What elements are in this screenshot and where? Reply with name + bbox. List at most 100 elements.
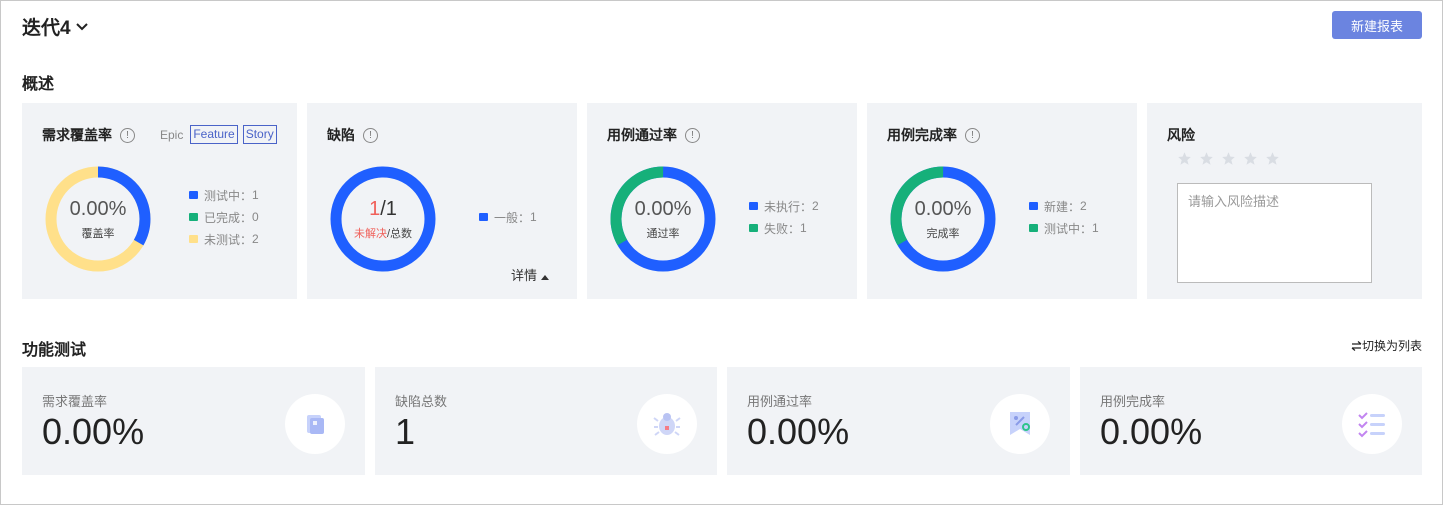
stat-label: 用例完成率 (1100, 394, 1166, 409)
pass-rate-label: 通过率 (646, 227, 680, 240)
legend-dot (189, 235, 198, 243)
legend-value: 1 (530, 210, 537, 224)
legend-dot (479, 213, 488, 221)
coverage-title-text: 需求覆盖率 (42, 127, 112, 143)
completion-value: 0.00% (914, 197, 972, 220)
percent-ribbon-icon (990, 394, 1050, 454)
completion-donut-center: 0.00% 完成率 (890, 166, 996, 272)
document-icon (285, 394, 345, 454)
risk-description-input[interactable] (1177, 183, 1372, 283)
legend-item: 测试中： 1 (189, 184, 259, 206)
info-icon[interactable]: ! (965, 127, 980, 143)
legend-value: 2 (252, 232, 259, 246)
info-icon[interactable]: ! (120, 127, 135, 143)
legend-label: 测试中 (204, 188, 241, 203)
stat-value: 0.00% (747, 411, 850, 452)
legend-label: 已完成 (204, 210, 241, 225)
completion-card-title: 用例完成率 ! (887, 125, 980, 145)
legend-item: 未测试： 2 (189, 228, 259, 250)
stat-label: 缺陷总数 (395, 394, 448, 409)
defect-card-title: 缺陷 ! (327, 125, 378, 145)
risk-rating[interactable] (1177, 151, 1280, 166)
defect-donut-center: 1/1 未解决/总数 (330, 166, 436, 272)
iteration-title: 迭代4 (22, 18, 71, 39)
legend-item: 一般： 1 (479, 206, 537, 228)
coverage-donut-center: 0.00% 覆盖率 (45, 166, 151, 272)
stat-value: 0.00% (1100, 411, 1203, 452)
legend-dot (189, 213, 198, 221)
legend-item: 已完成： 0 (189, 206, 259, 228)
legend-label: 测试中 (1044, 221, 1081, 236)
bug-icon (637, 394, 697, 454)
completion-card: 用例完成率 ! 0.00% 完成率 新建： 2 测试中： 1 (867, 103, 1137, 299)
legend-label: 一般 (494, 210, 519, 225)
legend-value: 1 (1092, 221, 1099, 235)
coverage-label: 覆盖率 (81, 227, 115, 240)
legend-value: 2 (1080, 199, 1087, 213)
defect-card: 缺陷 ! 1/1 未解决/总数 一般： 1 详情 (307, 103, 577, 299)
legend-dot (1029, 224, 1038, 232)
legend-item: 新建： 2 (1029, 195, 1099, 217)
details-link-text: 详情 (511, 268, 538, 283)
new-report-button[interactable]: 新建报表 (1332, 11, 1422, 39)
total-label: 总数 (390, 227, 413, 240)
functional-section-title: 功能测试 (22, 342, 87, 359)
defect-ratio-label: 未解决/总数 (353, 227, 413, 240)
pass-rate-card-title: 用例通过率 ! (607, 125, 700, 145)
legend-value: 1 (252, 188, 259, 202)
completion-legend: 新建： 2 测试中： 1 (1029, 195, 1099, 239)
legend-label: 未测试 (204, 232, 241, 247)
legend-dot (749, 202, 758, 210)
risk-card-title: 风险 (1167, 127, 1195, 143)
pass-rate-donut-center: 0.00% 通过率 (610, 166, 716, 272)
stat-value: 1 (395, 411, 416, 452)
completion-title-text: 用例完成率 (887, 127, 957, 143)
star-icon[interactable] (1243, 151, 1258, 166)
star-icon[interactable] (1199, 151, 1214, 166)
stat-label: 需求覆盖率 (42, 394, 108, 409)
legend-value: 0 (252, 210, 259, 224)
defect-ratio: 1/1 (369, 197, 397, 220)
pass-rate-title-text: 用例通过率 (607, 127, 677, 143)
tag-story[interactable]: Story (242, 125, 277, 144)
tag-feature[interactable]: Feature (190, 125, 238, 144)
legend-item: 失败： 1 (749, 217, 819, 239)
unresolved-count: 1 (369, 197, 381, 220)
stat-card-completion: 用例完成率 0.00% (1080, 367, 1422, 475)
risk-card: 风险 (1147, 103, 1422, 299)
defect-title-text: 缺陷 (327, 127, 355, 143)
star-icon[interactable] (1221, 151, 1236, 166)
legend-label: 失败 (764, 221, 789, 236)
overview-section-title: 概述 (22, 76, 55, 93)
legend-value: 2 (812, 199, 819, 213)
unresolved-label: 未解决 (353, 227, 387, 240)
star-icon[interactable] (1177, 151, 1192, 166)
iteration-selector[interactable]: 迭代4 (22, 13, 89, 40)
stat-value: 0.00% (42, 411, 145, 452)
legend-dot (749, 224, 758, 232)
info-icon[interactable]: ! (363, 127, 378, 143)
swap-icon (1351, 340, 1362, 351)
info-icon[interactable]: ! (685, 127, 700, 143)
pass-rate-card: 用例通过率 ! 0.00% 通过率 未执行： 2 失败： 1 (587, 103, 857, 299)
scope-tags: Epic Feature Story (160, 125, 282, 144)
legend-item: 未执行： 2 (749, 195, 819, 217)
coverage-legend: 测试中： 1 已完成： 0 未测试： 2 (189, 184, 259, 250)
page-frame: 迭代4 新建报表 概述 需求覆盖率 ! Epic Feature Story 0… (0, 0, 1443, 505)
coverage-card: 需求覆盖率 ! Epic Feature Story 0.00% 覆盖率 测试中… (22, 103, 297, 299)
checklist-icon (1342, 394, 1402, 454)
stat-card-coverage: 需求覆盖率 0.00% (22, 367, 365, 475)
switch-link-text: 切换为列表 (1362, 339, 1423, 353)
total-count: 1 (385, 197, 397, 220)
tag-epic[interactable]: Epic (160, 128, 183, 142)
legend-item: 测试中： 1 (1029, 217, 1099, 239)
stat-card-defects: 缺陷总数 1 (375, 367, 717, 475)
legend-label: 新建 (1044, 199, 1069, 214)
details-link[interactable]: 详情 (511, 265, 549, 284)
coverage-value: 0.00% (69, 197, 127, 220)
stat-card-pass-rate: 用例通过率 0.00% (727, 367, 1070, 475)
chevron-down-icon (75, 22, 88, 30)
switch-to-list-link[interactable]: 切换为列表 (1351, 337, 1422, 354)
star-icon[interactable] (1265, 151, 1280, 166)
coverage-card-title: 需求覆盖率 ! (42, 125, 135, 145)
